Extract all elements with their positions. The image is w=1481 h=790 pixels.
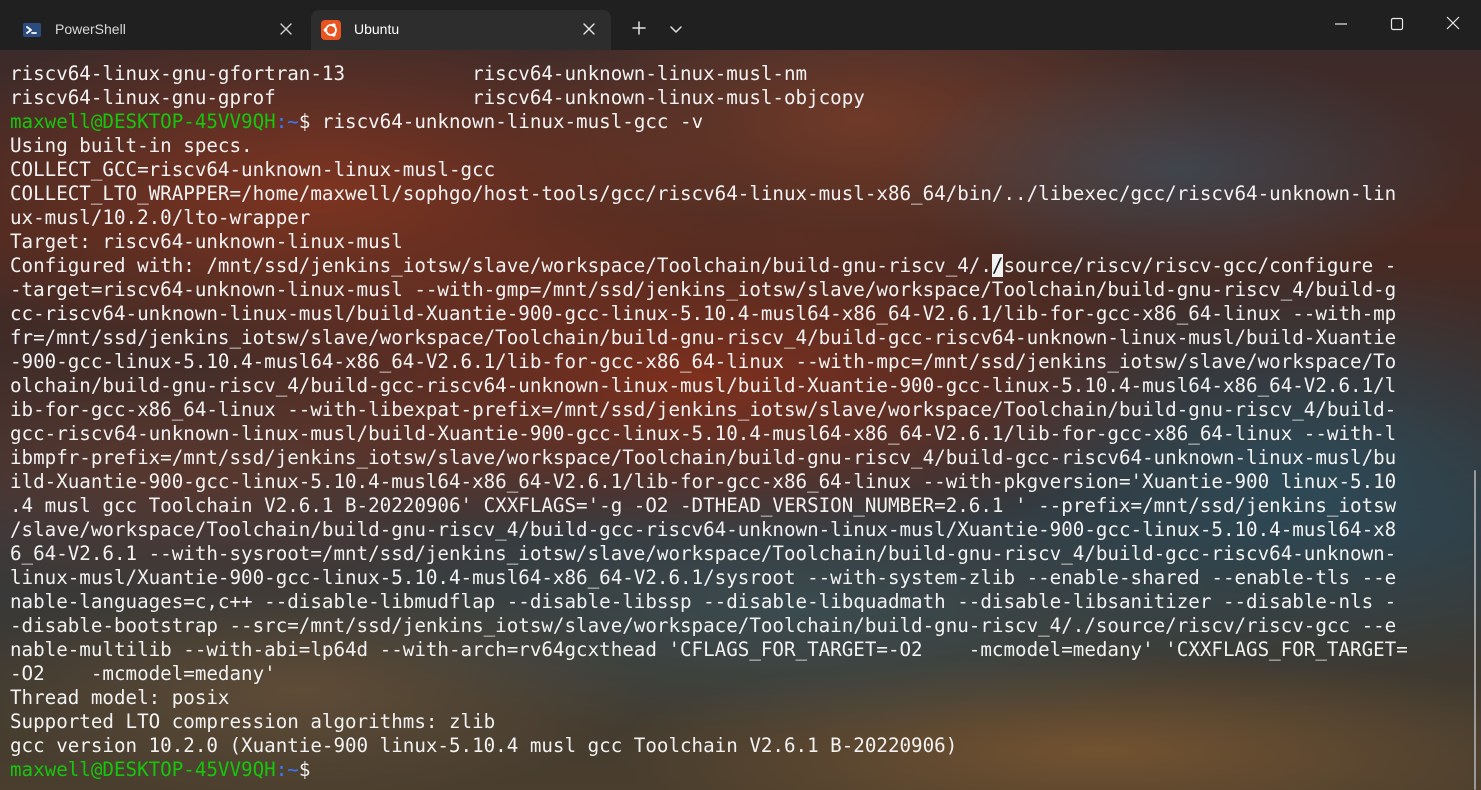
output-line: ild-Xuantie-900-gcc-linux-5.10.4-musl64-… [10, 470, 1408, 494]
output-line: -target=riscv64-unknown-linux-musl --wit… [10, 278, 1408, 302]
chevron-down-icon [669, 21, 683, 40]
prompt-path: :~ [275, 110, 299, 133]
output-text: cc-riscv64-unknown-linux-musl/build-Xuan… [10, 302, 1397, 325]
output-line: olchain/build-gnu-riscv_4/build-gcc-risc… [10, 374, 1408, 398]
command-text: $ riscv64-unknown-linux-musl-gcc -v [298, 110, 704, 133]
output-text: Supported LTO compression algorithms: zl… [10, 710, 496, 733]
output-text: -900-gcc-linux-5.10.4-musl64-x86_64-V2.6… [10, 350, 1397, 373]
output-text: Target: riscv64-unknown-linux-musl [10, 230, 403, 253]
output-line: nable-languages=c,c++ --disable-libmudfl… [10, 590, 1408, 614]
output-text: nable-languages=c,c++ --disable-libmudfl… [10, 590, 1397, 613]
output-text: Using built-in specs. [10, 134, 253, 157]
maximize-button[interactable] [1369, 0, 1425, 50]
output-line: .4 musl gcc Toolchain V2.6.1 B-20220906'… [10, 494, 1408, 518]
tab-dropdown-button[interactable] [662, 16, 690, 44]
output-text: riscv64-linux-gnu-gprof riscv64-unknown-… [10, 86, 865, 109]
scrollbar[interactable] [1474, 470, 1476, 790]
output-text: -disable-bootstrap --src=/mnt/ssd/jenkin… [10, 614, 1397, 637]
terminal-pane[interactable]: riscv64-linux-gnu-gfortran-13 riscv64-un… [0, 50, 1481, 790]
tab-label: PowerShell [55, 21, 126, 37]
minimize-button[interactable] [1313, 0, 1369, 50]
new-tab-button[interactable] [625, 16, 653, 44]
output-text: ib-for-gcc-x86_64-linux --with-libexpat-… [10, 398, 1397, 421]
terminal-output: riscv64-linux-gnu-gfortran-13 riscv64-un… [10, 62, 1408, 782]
output-line: Thread model: posix [10, 686, 1408, 710]
output-text: 6_64-V2.6.1 --with-sysroot=/mnt/ssd/jenk… [10, 542, 1397, 565]
output-text: olchain/build-gnu-riscv_4/build-gcc-risc… [10, 374, 1397, 397]
output-line: Supported LTO compression algorithms: zl… [10, 710, 1408, 734]
output-text: source/riscv/riscv-gcc/configure - [1003, 254, 1397, 277]
terminal-window: PowerShell Ubuntu riscv64-linux-gnu-gfor… [0, 0, 1481, 790]
output-line: gcc-riscv64-unknown-linux-musl/build-Xua… [10, 422, 1408, 446]
prompt-user-host: maxwell@DESKTOP-45VV9QH [10, 758, 276, 781]
output-text: /slave/workspace/Toolchain/build-gnu-ris… [10, 518, 1397, 541]
tab-powershell[interactable]: PowerShell [12, 10, 308, 50]
output-text: gcc version 10.2.0 (Xuantie-900 linux-5.… [10, 734, 958, 757]
output-line: ux-musl/10.2.0/lto-wrapper [10, 206, 1408, 230]
output-line: COLLECT_GCC=riscv64-unknown-linux-musl-g… [10, 158, 1408, 182]
output-text: gcc-riscv64-unknown-linux-musl/build-Xua… [10, 422, 1397, 445]
output-line: nable-multilib --with-abi=lp64d --with-a… [10, 638, 1408, 662]
output-line: gcc version 10.2.0 (Xuantie-900 linux-5.… [10, 734, 1408, 758]
output-line: linux-musl/Xuantie-900-gcc-linux-5.10.4-… [10, 566, 1408, 590]
output-text: fr=/mnt/ssd/jenkins_iotsw/slave/workspac… [10, 326, 1397, 349]
close-tab-icon[interactable] [278, 21, 294, 37]
output-line: Target: riscv64-unknown-linux-musl [10, 230, 1408, 254]
output-text: linux-musl/Xuantie-900-gcc-linux-5.10.4-… [10, 566, 1397, 589]
prompt-path: :~ [275, 758, 299, 781]
output-text: COLLECT_GCC=riscv64-unknown-linux-musl-g… [10, 158, 496, 181]
output-text: COLLECT_LTO_WRAPPER=/home/maxwell/sophgo… [10, 182, 1397, 205]
output-line: Using built-in specs. [10, 134, 1408, 158]
output-line: -disable-bootstrap --src=/mnt/ssd/jenkin… [10, 614, 1408, 638]
output-line: fr=/mnt/ssd/jenkins_iotsw/slave/workspac… [10, 326, 1408, 350]
output-line: ib-for-gcc-x86_64-linux --with-libexpat-… [10, 398, 1408, 422]
output-text: riscv64-linux-gnu-gfortran-13 riscv64-un… [10, 62, 808, 85]
powershell-icon [22, 20, 42, 40]
tab-bar: PowerShell Ubuntu [0, 0, 1481, 50]
command-text: $ [298, 758, 311, 781]
minimize-icon [1334, 16, 1348, 35]
output-line: riscv64-linux-gnu-gfortran-13 riscv64-un… [10, 62, 1408, 86]
maximize-icon [1390, 16, 1404, 35]
output-text: .4 musl gcc Toolchain V2.6.1 B-20220906'… [10, 494, 1397, 517]
close-window-button[interactable] [1425, 0, 1481, 50]
tab-ubuntu[interactable]: Ubuntu [311, 10, 611, 50]
output-line: /slave/workspace/Toolchain/build-gnu-ris… [10, 518, 1408, 542]
prompt-line: maxwell@DESKTOP-45VV9QH:~$ [10, 758, 1408, 782]
close-icon [1445, 15, 1461, 35]
output-text: nable-multilib --with-abi=lp64d --with-a… [10, 638, 1408, 661]
output-line: -900-gcc-linux-5.10.4-musl64-x86_64-V2.6… [10, 350, 1408, 374]
output-line: -O2 -mcmodel=medany' [10, 662, 1408, 686]
output-text: Thread model: posix [10, 686, 230, 709]
ubuntu-icon [321, 20, 341, 40]
output-text: Configured with: /mnt/ssd/jenkins_iotsw/… [10, 254, 992, 277]
output-text: ux-musl/10.2.0/lto-wrapper [10, 206, 311, 229]
output-text: ild-Xuantie-900-gcc-linux-5.10.4-musl64-… [10, 470, 1397, 493]
output-line: Configured with: /mnt/ssd/jenkins_iotsw/… [10, 254, 1408, 278]
close-tab-icon[interactable] [581, 21, 597, 37]
output-line: cc-riscv64-unknown-linux-musl/build-Xuan… [10, 302, 1408, 326]
output-text: -target=riscv64-unknown-linux-musl --wit… [10, 278, 1397, 301]
prompt-user-host: maxwell@DESKTOP-45VV9QH [10, 110, 276, 133]
output-line: ibmpfr-prefix=/mnt/ssd/jenkins_iotsw/sla… [10, 446, 1408, 470]
output-line: COLLECT_LTO_WRAPPER=/home/maxwell/sophgo… [10, 182, 1408, 206]
text-cursor: / [991, 254, 1004, 277]
tab-label: Ubuntu [354, 21, 400, 37]
output-line: 6_64-V2.6.1 --with-sysroot=/mnt/ssd/jenk… [10, 542, 1408, 566]
output-text: ibmpfr-prefix=/mnt/ssd/jenkins_iotsw/sla… [10, 446, 1397, 469]
prompt-line: maxwell@DESKTOP-45VV9QH:~$ riscv64-unkno… [10, 110, 1408, 134]
plus-icon [631, 20, 647, 40]
output-line: riscv64-linux-gnu-gprof riscv64-unknown-… [10, 86, 1408, 110]
output-text: -O2 -mcmodel=medany' [10, 662, 276, 685]
